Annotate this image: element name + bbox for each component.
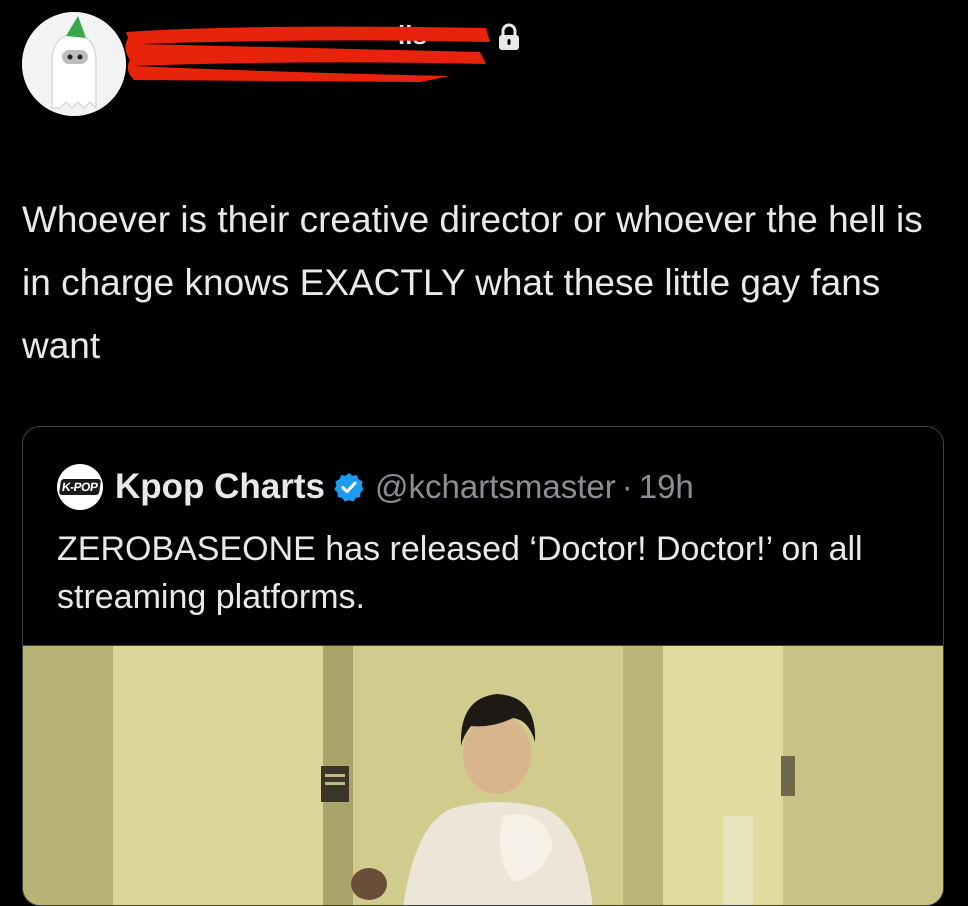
video-thumbnail-image <box>23 646 943 905</box>
quoted-author-avatar[interactable]: K-POP <box>57 464 103 510</box>
quoted-tweet-text: ZEROBASEONE has released ‘Doctor! Doctor… <box>57 530 863 616</box>
author-avatar[interactable] <box>22 12 126 116</box>
quoted-author-name[interactable]: Kpop Charts <box>115 467 325 507</box>
quoted-tweet-header: K-POP Kpop Charts @kchartsmaster · 19h <box>57 464 694 510</box>
verified-badge-icon <box>334 473 364 502</box>
username-redaction: lls <box>125 20 490 82</box>
quoted-author-handle[interactable]: @kchartsmaster <box>375 468 616 506</box>
ghost-avatar-icon <box>22 12 126 116</box>
separator-dot: · <box>621 468 633 505</box>
quoted-tweet-media[interactable] <box>23 645 943 905</box>
quoted-tweet-card[interactable]: K-POP Kpop Charts @kchartsmaster · 19h Z… <box>22 426 944 906</box>
kpop-logo-label: K-POP <box>59 479 101 495</box>
quoted-tweet-time[interactable]: 19h <box>639 468 694 506</box>
lock-icon <box>499 23 519 50</box>
tweet-text: Whoever is their creative director or wh… <box>22 199 923 366</box>
